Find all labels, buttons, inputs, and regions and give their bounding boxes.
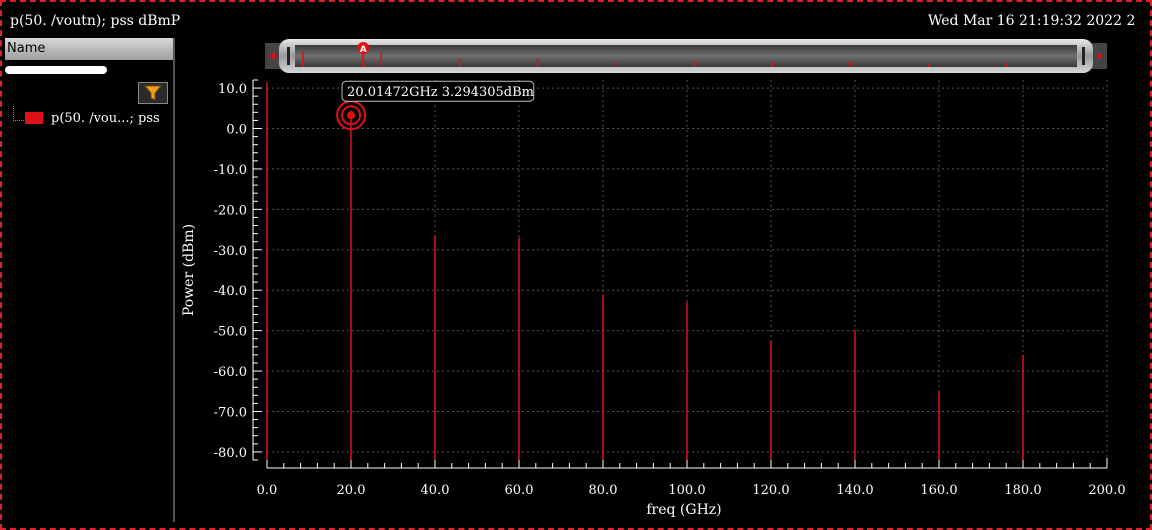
x-tick-label: 0.0 xyxy=(257,483,278,498)
x-tick-label: 180.0 xyxy=(1004,483,1041,498)
axes xyxy=(252,80,1107,469)
y-tick-label: -70.0 xyxy=(214,405,247,420)
y-tick-label: -80.0 xyxy=(214,446,247,461)
y-tick-label: -40.0 xyxy=(214,284,247,299)
x-tick-label: 60.0 xyxy=(505,483,534,498)
scroll-handle-left[interactable] xyxy=(287,47,290,65)
marker-a[interactable]: 20.01472GHz 3.294305dBm xyxy=(336,80,535,131)
y-tick-label: -30.0 xyxy=(214,244,247,259)
legend-item-label: p(50. /vou...; pss xyxy=(51,111,160,126)
marker-dot xyxy=(347,111,356,120)
y-tick-label: -60.0 xyxy=(214,365,247,380)
x-tick-label: 160.0 xyxy=(920,483,957,498)
y-tick-label: -20.0 xyxy=(214,203,247,218)
y-axis-label: Power (dBm) xyxy=(181,224,197,316)
x-tick-label: 200.0 xyxy=(1088,483,1125,498)
tree-connector xyxy=(13,106,24,121)
funnel-icon xyxy=(144,85,162,101)
x-tick-label: 120.0 xyxy=(752,483,789,498)
x-tick-label: 20.0 xyxy=(337,483,366,498)
filter-button[interactable] xyxy=(138,82,168,104)
panel-scrollbar[interactable] xyxy=(5,66,107,74)
x-tick-label: 100.0 xyxy=(668,483,705,498)
spectrum-chart[interactable]: 10.0 0.0 -10.0 -20.0 -30.0 -40.0 -50.0 -60.0 -70… xyxy=(175,75,1135,525)
y-tick-label: -50.0 xyxy=(214,325,247,340)
y-tick-label: -10.0 xyxy=(214,163,247,178)
legend-swatch xyxy=(25,112,43,124)
y-tick-label: 10.0 xyxy=(218,82,247,97)
x-tick-label: 40.0 xyxy=(421,483,450,498)
name-column-header[interactable]: Name xyxy=(5,38,173,60)
legend-panel: Name p(50. /vou...; pss xyxy=(5,38,175,522)
timestamp: Wed Mar 16 21:19:32 2022 2 xyxy=(928,13,1136,29)
legend-item[interactable]: p(50. /vou...; pss xyxy=(25,110,175,128)
y-axis-ticks: 10.0 0.0 -10.0 -20.0 -30.0 -40.0 -50.0 -60.0 -70… xyxy=(214,79,262,461)
x-axis-label: freq (GHz) xyxy=(646,502,721,518)
overview-scrollbar[interactable]: A xyxy=(265,37,1107,75)
svg-text:A: A xyxy=(360,45,367,55)
x-tick-label: 140.0 xyxy=(836,483,873,498)
scroll-handle-right[interactable] xyxy=(1082,47,1085,65)
marker-readout-text: 20.01472GHz 3.294305dBm xyxy=(347,85,534,100)
plot-title: p(50. /voutn); pss dBmP xyxy=(10,13,181,29)
series-bars xyxy=(266,82,1024,460)
x-tick-label: 80.0 xyxy=(589,483,618,498)
y-tick-label: 0.0 xyxy=(226,123,247,138)
x-axis-ticks: 0.0 20.0 40.0 60.0 80.0 100.0 120.0 140.0 160.0 1… xyxy=(257,458,1126,498)
